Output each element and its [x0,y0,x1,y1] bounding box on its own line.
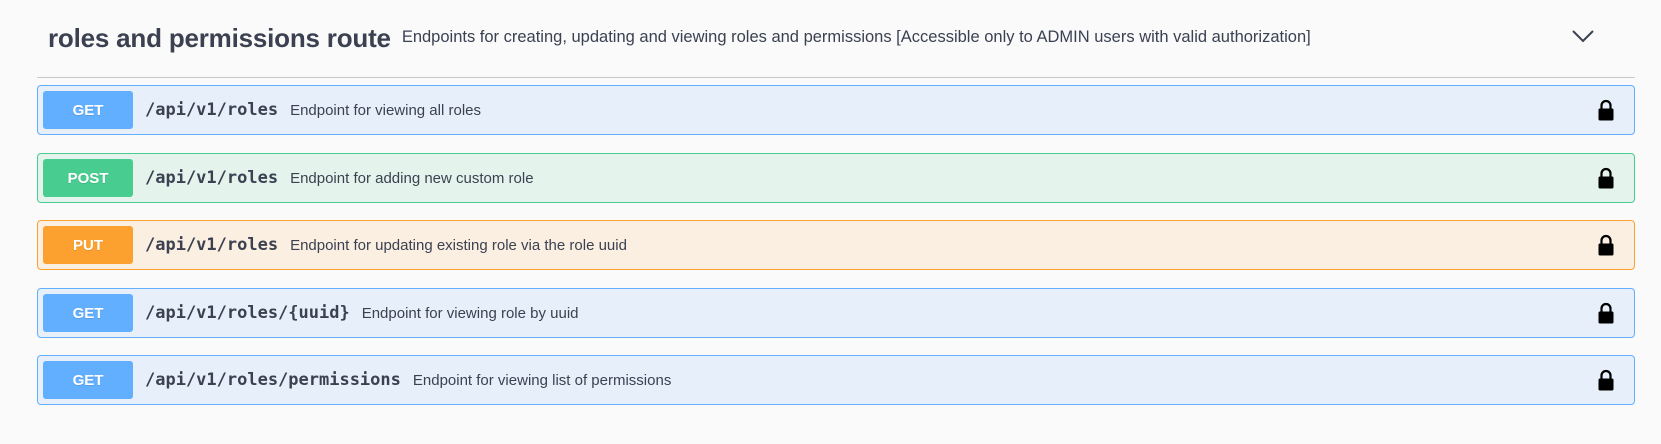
operation-post-roles[interactable]: POST /api/v1/roles Endpoint for adding n… [37,153,1635,203]
method-badge: PUT [43,226,133,264]
operation-summary: Endpoint for viewing role by uuid [361,304,579,322]
lock-icon[interactable] [1597,167,1615,189]
method-badge: GET [43,361,133,399]
lock-icon[interactable] [1597,234,1615,256]
operation-put-roles[interactable]: PUT /api/v1/roles Endpoint for updating … [37,220,1635,270]
section-description: Endpoints for creating, updating and vie… [401,28,1311,46]
lock-icon[interactable] [1597,99,1615,121]
operation-summary: Endpoint for adding new custom role [290,169,534,187]
chevron-down-icon[interactable] [1571,28,1595,44]
operation-summary: Endpoint for updating existing role via … [290,236,627,254]
section-header[interactable]: roles and permissions route Endpoints fo… [37,0,1635,78]
method-badge: GET [43,91,133,129]
roles-permissions-section: roles and permissions route Endpoints fo… [37,0,1635,405]
operation-summary: Endpoint for viewing all roles [290,101,481,119]
operation-get-role-by-uuid[interactable]: GET /api/v1/roles/{uuid} Endpoint for vi… [37,288,1635,338]
operation-path: /api/v1/roles/permissions [145,370,401,390]
operation-summary: Endpoint for viewing list of permissions [412,371,672,389]
operation-path: /api/v1/roles/{uuid} [145,303,350,323]
operation-path: /api/v1/roles [145,168,279,188]
operation-get-permissions[interactable]: GET /api/v1/roles/permissions Endpoint f… [37,355,1635,405]
operation-get-roles[interactable]: GET /api/v1/roles Endpoint for viewing a… [37,85,1635,135]
method-badge: GET [43,294,133,332]
lock-icon[interactable] [1597,369,1615,391]
section-title: roles and permissions route [48,23,391,53]
lock-icon[interactable] [1597,302,1615,324]
operation-path: /api/v1/roles [145,235,279,255]
operation-path: /api/v1/roles [145,100,279,120]
method-badge: POST [43,159,133,197]
